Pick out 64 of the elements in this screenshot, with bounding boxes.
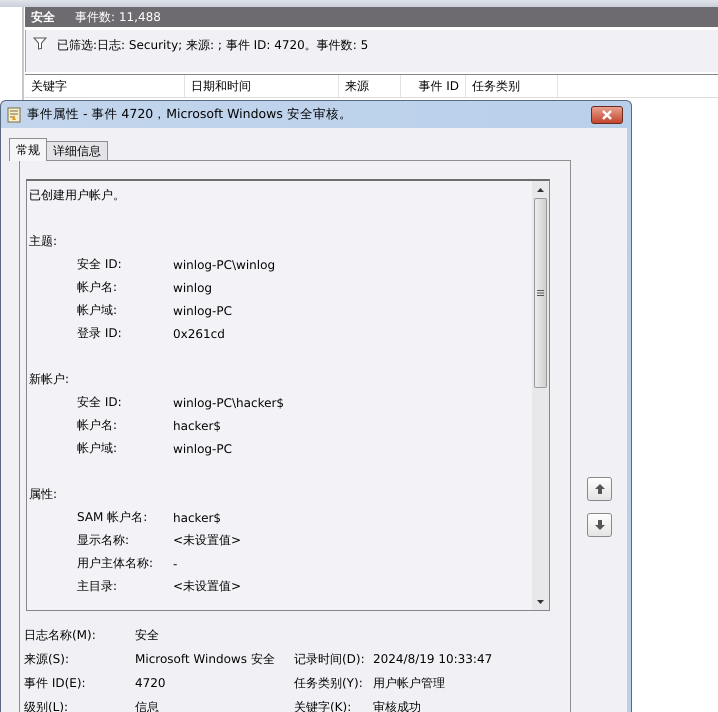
property-value: 安全 <box>135 626 160 644</box>
down-arrow-icon <box>594 519 606 531</box>
field-value: <未设置值> <box>173 532 242 549</box>
field-label: 登录 ID: <box>77 325 123 342</box>
scroll-down-icon[interactable] <box>537 600 544 604</box>
up-arrow-icon <box>594 483 606 495</box>
property-label: 关键字(K): <box>294 698 352 712</box>
field-value: winlog-PC <box>173 442 232 456</box>
field-value: - <box>173 556 178 570</box>
field-label: 主目录: <box>77 578 118 595</box>
scroll-up-icon[interactable] <box>537 188 544 192</box>
column-header[interactable]: 日期和时间 <box>185 75 339 97</box>
field-label: 帐户名: <box>77 279 118 296</box>
field-label: 帐户域: <box>77 302 118 319</box>
event-log-icon <box>7 106 21 122</box>
property-value: Microsoft Windows 安全 <box>135 650 276 668</box>
field-label: 安全 ID: <box>77 394 123 411</box>
field-label: 帐户名: <box>77 417 118 434</box>
field-value: 0x261cd <box>173 326 225 340</box>
description-text: 已创建用户帐户。 <box>29 187 125 204</box>
column-header[interactable]: 来源 <box>339 75 401 97</box>
next-event-button[interactable] <box>587 513 612 537</box>
property-label: 事件 ID(E): <box>24 674 87 692</box>
property-label: 级别(L): <box>24 698 70 712</box>
field-value: winlog-PC\winlog <box>173 258 276 272</box>
column-header[interactable]: 任务类别 <box>466 75 558 97</box>
filter-text: 已筛选:日志: Security; 来源: ; 事件 ID: 4720。事件数: 5 <box>57 37 368 54</box>
dialog-title: 事件属性 - 事件 4720，Microsoft Windows 安全审核。 <box>27 106 353 123</box>
field-label: 用户主体名称: <box>77 555 154 572</box>
property-label: 任务类别(Y): <box>294 674 364 692</box>
field-value: <未设置值> <box>173 578 242 595</box>
field-label: 帐户域: <box>77 440 118 457</box>
column-header[interactable]: 关键字 <box>25 75 185 97</box>
event-count: 事件数: 11,488 <box>75 8 161 26</box>
tab[interactable]: 常规 <box>9 138 47 161</box>
close-button[interactable] <box>591 106 623 124</box>
section-title: 新帐户: <box>29 371 70 388</box>
scrollbar-thumb[interactable] <box>534 198 547 388</box>
property-value: 用户帐户管理 <box>373 674 446 692</box>
log-name: 安全 <box>31 8 55 26</box>
scrollbar[interactable] <box>532 181 549 610</box>
filter-icon <box>33 37 47 50</box>
property-value: 2024/8/19 10:33:47 <box>373 652 494 666</box>
field-value: winlog <box>173 280 212 294</box>
field-value: winlog-PC <box>173 304 232 318</box>
field-label: 安全 ID: <box>77 256 123 273</box>
property-label: 来源(S): <box>24 650 70 668</box>
column-header[interactable]: 事件 ID <box>401 75 466 97</box>
field-value: winlog-PC\hacker$ <box>173 396 284 410</box>
property-value: 4720 <box>135 676 167 690</box>
tab[interactable]: 详细信息 <box>46 141 108 161</box>
property-value: 信息 <box>135 698 160 712</box>
grip-icon <box>537 290 544 296</box>
previous-event-button[interactable] <box>587 477 612 501</box>
field-label: 显示名称: <box>77 532 130 549</box>
close-icon <box>601 110 613 120</box>
property-label: 记录时间(D): <box>294 650 366 668</box>
field-label: SAM 帐户名: <box>77 509 148 526</box>
field-value: hacker$ <box>173 418 222 432</box>
property-label: 日志名称(M): <box>24 626 97 644</box>
property-value: 审核成功 <box>373 698 422 712</box>
section-title: 主题: <box>29 233 58 250</box>
field-value: hacker$ <box>173 510 222 524</box>
section-title: 属性: <box>29 486 58 503</box>
